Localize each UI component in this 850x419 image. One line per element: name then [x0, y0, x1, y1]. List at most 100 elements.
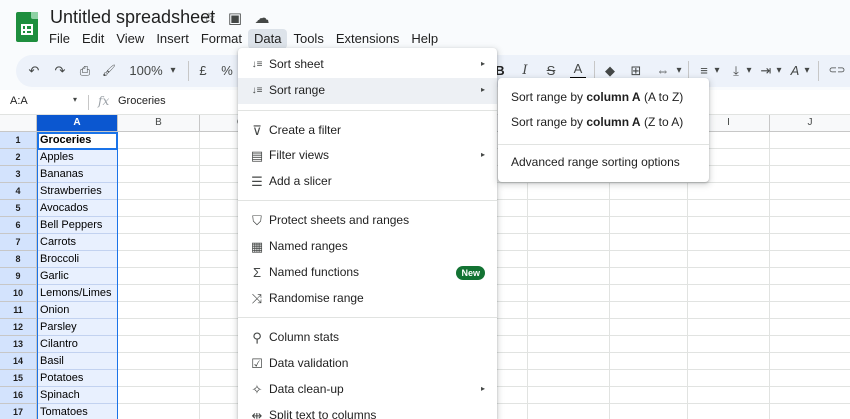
row-header-7[interactable]: 7 — [0, 234, 37, 251]
menu-view[interactable]: View — [110, 29, 150, 49]
menu-item-filter-views[interactable]: ▤ Filter views ▸ — [238, 143, 497, 169]
row-header-2[interactable]: 2 — [0, 149, 37, 166]
cell-a2[interactable]: Apples — [37, 149, 118, 166]
submenu-arrow-icon: ▸ — [480, 384, 485, 393]
text-wrap-icon[interactable]: ⇥ — [758, 61, 774, 81]
menu-format[interactable]: Format — [195, 29, 248, 49]
column-header-j[interactable]: J — [770, 115, 850, 132]
cell-a1[interactable]: Groceries — [37, 132, 118, 149]
cell-a9[interactable]: Garlic — [37, 268, 118, 285]
menu-edit[interactable]: Edit — [76, 29, 110, 49]
menu-item-data-validation[interactable]: ☑ Data validation — [238, 351, 497, 377]
select-all-corner[interactable] — [0, 115, 37, 132]
currency-format-button[interactable]: £ — [196, 61, 210, 81]
document-title[interactable]: Untitled spreadsheet — [50, 7, 215, 28]
row-header-1[interactable]: 1 — [0, 132, 37, 149]
menu-item-label: Sort range — [269, 83, 326, 97]
row-header-17[interactable]: 17 — [0, 404, 37, 419]
cell-a14[interactable]: Basil — [37, 353, 118, 370]
advanced-sort-item[interactable]: Advanced range sorting options — [511, 155, 680, 169]
menu-item-add-slicer[interactable]: ☰ Add a slicer — [238, 169, 497, 195]
row-header-15[interactable]: 15 — [0, 370, 37, 387]
formula-input[interactable]: Groceries — [118, 95, 166, 107]
paint-format-icon[interactable]: 🖌 — [100, 61, 118, 81]
row-header-5[interactable]: 5 — [0, 200, 37, 217]
cell-a10[interactable]: Lemons/Limes — [37, 285, 118, 302]
menu-tools[interactable]: Tools — [287, 29, 329, 49]
menu-insert[interactable]: Insert — [150, 29, 195, 49]
row-header-11[interactable]: 11 — [0, 302, 37, 319]
row-header-10[interactable]: 10 — [0, 285, 37, 302]
name-box-dropdown-icon[interactable]: ▾ — [73, 95, 77, 104]
text-rotation-icon[interactable]: A — [788, 61, 802, 81]
cell-a12[interactable]: Parsley — [37, 319, 118, 336]
insert-link-icon[interactable]: ⊂⊃ — [826, 61, 848, 81]
cell-a13[interactable]: Cilantro — [37, 336, 118, 353]
cell-a17[interactable]: Tomatoes — [37, 404, 118, 419]
cell-a4[interactable]: Strawberries — [37, 183, 118, 200]
cell-a16[interactable]: Spinach — [37, 387, 118, 404]
row-header-13[interactable]: 13 — [0, 336, 37, 353]
cell-a11[interactable]: Onion — [37, 302, 118, 319]
align-dropdown-icon[interactable]: ▾ — [712, 61, 722, 81]
menu-item-named-functions[interactable]: Σ Named functions New — [238, 260, 497, 286]
named-ranges-icon: ▦ — [250, 239, 264, 254]
cell-a15[interactable]: Potatoes — [37, 370, 118, 387]
row-header-8[interactable]: 8 — [0, 251, 37, 268]
percent-format-button[interactable]: % — [220, 61, 234, 81]
app-header: Untitled spreadsheet ☆ ▣ ☁ File Edit Vie… — [0, 0, 850, 52]
menu-item-sort-range[interactable]: ↓≡ Sort range ▸ — [238, 78, 497, 104]
valign-dropdown-icon[interactable]: ▾ — [744, 61, 754, 81]
rotation-dropdown-icon[interactable]: ▾ — [802, 61, 812, 81]
menu-item-label: Randomise range — [269, 291, 364, 305]
sort-a-to-z-item[interactable]: Sort range by column A (A to Z) — [511, 90, 683, 104]
row-header-14[interactable]: 14 — [0, 353, 37, 370]
sigma-icon: Σ — [252, 265, 262, 280]
cell-a5[interactable]: Avocados — [37, 200, 118, 217]
menu-file[interactable]: File — [43, 29, 76, 49]
menu-item-sort-sheet[interactable]: ↓≡ Sort sheet ▸ — [238, 52, 497, 78]
menu-item-named-ranges[interactable]: ▦ Named ranges — [238, 234, 497, 260]
menu-item-protect-sheets[interactable]: ⛉ Protect sheets and ranges — [238, 208, 497, 234]
print-icon[interactable]: ⎙ — [76, 61, 94, 81]
row-header-3[interactable]: 3 — [0, 166, 37, 183]
name-box[interactable]: A:A — [10, 95, 28, 107]
shuffle-icon: ⤨ — [251, 291, 263, 306]
cell-a7[interactable]: Carrots — [37, 234, 118, 251]
row-header-12[interactable]: 12 — [0, 319, 37, 336]
cell-a8[interactable]: Broccoli — [37, 251, 118, 268]
column-header-a[interactable]: A — [37, 115, 118, 132]
move-folder-icon[interactable]: ▣ — [226, 9, 244, 27]
cloud-status-icon[interactable]: ☁ — [253, 9, 271, 27]
sheets-logo-icon[interactable] — [16, 12, 38, 42]
row-header-6[interactable]: 6 — [0, 217, 37, 234]
column-header-b[interactable]: B — [118, 115, 200, 132]
menu-item-data-cleanup[interactable]: ✧ Data clean-up ▸ — [238, 377, 497, 403]
row-header-9[interactable]: 9 — [0, 268, 37, 285]
menu-item-split-text-to-columns[interactable]: ⇹ Split text to columns — [238, 403, 497, 419]
filter-views-icon: ▤ — [250, 148, 264, 163]
menu-help[interactable]: Help — [405, 29, 444, 49]
cell-a3[interactable]: Bananas — [37, 166, 118, 183]
menu-item-label: Add a slicer — [269, 174, 332, 188]
menu-data[interactable]: Data — [248, 29, 288, 49]
menu-item-label: Split text to columns — [269, 408, 377, 419]
row-header-4[interactable]: 4 — [0, 183, 37, 200]
menu-item-column-stats[interactable]: ⚲ Column stats — [238, 325, 497, 351]
star-icon[interactable]: ☆ — [200, 9, 218, 27]
validation-icon: ☑ — [251, 356, 263, 371]
menu-item-randomise-range[interactable]: ⤨ Randomise range — [238, 286, 497, 312]
menu-item-create-filter[interactable]: ⊽ Create a filter — [238, 118, 497, 144]
zoom-dropdown-icon[interactable]: ▾ — [168, 61, 178, 81]
zoom-select[interactable]: 100% — [128, 61, 164, 81]
row-header-16[interactable]: 16 — [0, 387, 37, 404]
wrap-dropdown-icon[interactable]: ▾ — [774, 61, 784, 81]
vertical-align-icon[interactable]: ⤓ — [728, 61, 744, 81]
slicer-icon: ☰ — [251, 174, 263, 189]
undo-icon[interactable]: ↶ — [25, 61, 43, 81]
menu-extensions[interactable]: Extensions — [330, 29, 406, 49]
submenu-arrow-icon: ▸ — [480, 150, 485, 159]
redo-icon[interactable]: ↷ — [51, 61, 69, 81]
sort-z-to-a-item[interactable]: Sort range by column A (Z to A) — [511, 115, 683, 129]
cell-a6[interactable]: Bell Peppers — [37, 217, 118, 234]
